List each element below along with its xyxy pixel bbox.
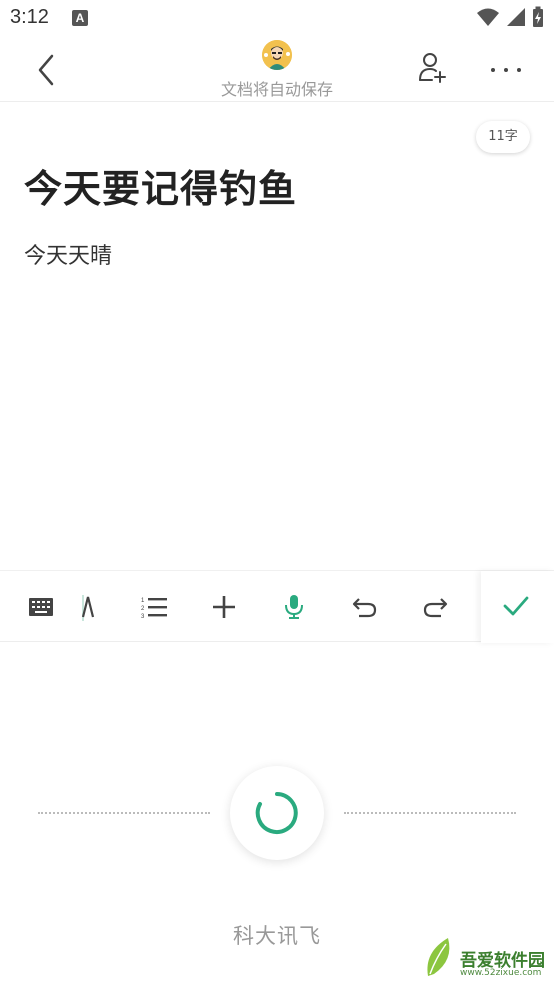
svg-text:2: 2 [141,606,145,612]
wifi-icon [477,8,499,26]
leaf-logo-icon [427,938,450,976]
user-avatar-icon [262,40,292,70]
add-user-icon [419,53,446,83]
redo-button[interactable] [417,589,453,625]
redo-icon [423,598,448,618]
keyboard-button[interactable] [23,589,59,625]
voice-input-button[interactable] [276,589,312,625]
battery-charging-icon [533,6,543,27]
watermark: 吾爱软件园 www.52zixue.com [424,932,554,982]
status-bar: 3:12 A [0,0,554,36]
document-body[interactable]: 今天天晴 [24,238,112,270]
check-icon [503,596,529,616]
watermark-url: www.52zixue.com [460,968,542,978]
text-format-button[interactable] [70,589,106,625]
autosave-notice: 文档将自动保存 [220,80,333,99]
undo-button[interactable] [347,589,383,625]
text-format-icon [81,595,95,621]
add-icon [213,596,235,618]
insert-button[interactable] [206,589,242,625]
keyboard-icon [29,598,53,616]
word-count-badge: 11字 [476,121,530,153]
status-time: 3:12 [10,6,49,28]
avatar[interactable] [262,40,292,70]
notification-icon: A [72,10,88,26]
document-title[interactable]: 今天要记得钓鱼 [24,158,297,213]
cell-signal-icon [507,8,525,26]
more-options-button[interactable] [488,60,524,80]
waveform-right [344,812,516,814]
numbered-list-button[interactable]: 1 2 3 [136,589,172,625]
numbered-list-icon: 1 2 3 [141,598,167,620]
loading-spinner-icon [255,792,298,834]
svg-text:3: 3 [141,614,145,620]
microphone-icon [285,595,303,619]
waveform-left [38,812,210,814]
more-horizontal-icon [491,68,521,72]
formatting-toolbar: 1 2 3 [0,570,554,643]
undo-icon [352,598,377,618]
app-header: 文档将自动保存 [0,36,554,102]
status-indicators [476,6,544,28]
voice-record-button[interactable] [230,766,324,860]
svg-text:1: 1 [141,598,145,604]
confirm-button[interactable] [481,571,554,643]
add-collaborator-button[interactable] [418,50,450,86]
